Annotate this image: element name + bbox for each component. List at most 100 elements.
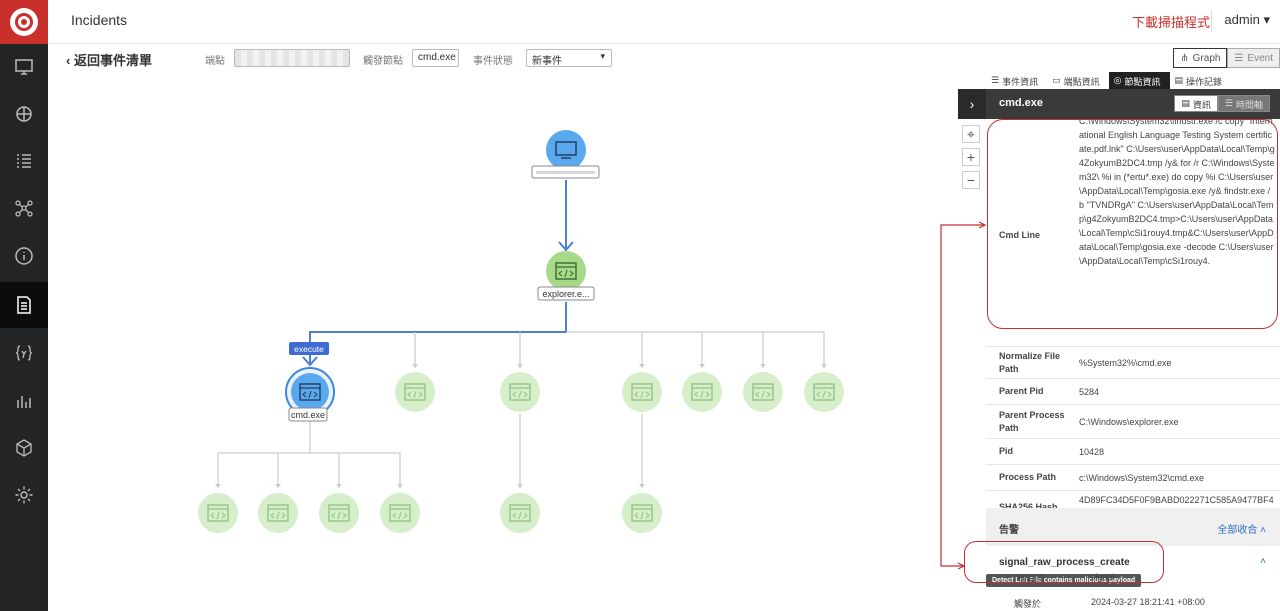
monitor-icon[interactable] [0,44,48,90]
app-root: Incidents 下載掃描程式 admin ▾ ‹ 返回事件清單 端點 觸發節… [0,0,1280,611]
cmd-node-label: cmd.exe [291,410,325,420]
collapse-all-label: 全部收合 [1217,525,1258,536]
event-view-label: Event [1247,52,1273,64]
graph-node-grandchild[interactable] [258,493,298,533]
endpoint-field-redacted[interactable] [234,49,350,67]
user-name: admin [1224,12,1260,27]
list-icon[interactable] [0,138,48,184]
explorer-node-label: explorer.e... [542,289,589,299]
property-row: Parent Pid 5284 [986,379,1280,405]
tab-label: 節點資訊 [1124,77,1161,87]
signal-name[interactable]: signal_raw_process_create [999,557,1130,568]
chevron-right-icon: › [969,96,975,112]
endpoint-label: 端點 [205,56,225,67]
property-value: 10428 [1079,447,1105,457]
timeline-icon: ☰ [1224,98,1233,108]
network-globe-icon[interactable] [0,91,48,137]
process-graph-canvas: explorer.e... execute cmd.exe [198,130,844,533]
process-graph[interactable]: explorer.e... execute cmd.exe [48,72,958,611]
chevron-left-icon: ‹ [66,53,74,68]
user-menu[interactable]: admin ▾ [1224,12,1270,28]
status-select[interactable]: 新事件 ▾ [526,49,612,67]
tab-label: 操作記錄 [1186,77,1223,87]
variables-icon[interactable] [0,330,48,376]
bar-chart-icon[interactable] [0,378,48,424]
download-scanner-link[interactable]: 下載掃描程式 [1132,12,1210,31]
graph-nodes-icon[interactable] [0,185,48,231]
signal-detect-key: 偵測自 [1018,574,1046,584]
property-row: Normalize File Path %System32%\cmd.exe [986,347,1280,379]
chevron-up-icon: ˄ [1260,525,1266,536]
settings-gear-icon[interactable] [0,472,48,518]
collapse-all-button[interactable]: 全部收合 ˄ [1217,521,1266,536]
graph-view-button[interactable]: ⋔ Graph [1173,48,1228,68]
property-value[interactable]: C:\Windows\System32\findstr.exe /c copy … [1079,119,1275,268]
alerts-section-header: 告警 全部收合 ˄ [986,508,1280,546]
graph-node-grandchild[interactable] [198,493,238,533]
view-toggle: ⋔ Graph ☰ Event [1173,48,1280,68]
graph-node-child[interactable] [804,372,844,412]
top-header: Incidents 下載掃描程式 admin ▾ [48,0,1280,44]
graph-node-grandchild[interactable] [319,493,359,533]
graph-node-child[interactable] [395,372,435,412]
graph-node-explorer[interactable]: explorer.e... [537,251,595,301]
graph-node-child[interactable] [500,372,540,412]
property-row-cmd-line: Cmd Line C:\Windows\System32\findstr.exe… [986,119,1280,347]
panel-title: cmd.exe [999,97,1044,109]
timeline-view-button[interactable]: ☰ 時間軸 [1217,95,1270,112]
document-icon: ▤ [1181,98,1190,108]
signal-tooltip: Detect Lnk File contains malicious paylo… [986,574,1142,587]
graph-node-grandchild[interactable] [500,493,540,533]
incidents-document-icon[interactable] [0,282,48,328]
incident-toolbar: ‹ 返回事件清單 端點 觸發節點 cmd.exe 事件狀態 新事件 ▾ ⋔ Grap… [48,44,1280,72]
brand-logo[interactable] [0,0,48,44]
property-value: c:\Windows\System32\cmd.exe [1079,473,1205,483]
property-key: Pid [999,446,1014,456]
graph-node-child[interactable] [743,372,783,412]
back-to-incidents-link[interactable]: ‹ 返回事件清單 [66,50,152,69]
graph-node-endpoint[interactable] [531,130,600,179]
endpoint-name-redacted [536,171,595,174]
info-view-button[interactable]: ▤ 資訊 [1174,95,1218,112]
graph-node-grandchild[interactable] [622,493,662,533]
timeline-view-label: 時間軸 [1235,100,1263,110]
caret-down-icon: ▾ [1263,12,1270,27]
graph-node-child[interactable] [622,372,662,412]
chevron-up-icon[interactable]: ˄ [1260,556,1266,567]
graph-node-cmd-selected[interactable]: cmd.exe [285,367,335,422]
panel-tabs: ☰ 事件資訊 ▭ 端點資訊 ◎ 節點資訊 ▤ 操作記錄 [986,72,1280,89]
property-key: SHA256 Hash [999,502,1058,508]
monitor-icon: ▭ [1052,75,1061,85]
node-target-icon: ◎ [1113,75,1122,85]
graph-view-icon: ⋔ [1180,52,1189,64]
status-label: 事件狀態 [473,56,513,67]
event-list-icon: ☰ [1234,52,1244,64]
execute-edge-label: execute [289,342,329,355]
package-icon[interactable] [0,425,48,471]
back-label: 返回事件清單 [73,53,152,68]
tab-endpoint-info[interactable]: ▭ 端點資訊 [1047,72,1109,89]
graph-node-child[interactable] [682,372,722,412]
signal-detect-value: signal [1091,572,1115,582]
info-icon[interactable] [0,233,48,279]
info-view-label: 資訊 [1192,100,1211,110]
tab-event-info[interactable]: ☰ 事件資訊 [986,72,1047,89]
page-title: Incidents [71,12,128,28]
tab-operation-log[interactable]: ▤ 操作記錄 [1170,72,1232,89]
panel-view-toggle: ▤ 資訊 ☰ 時間軸 [1174,95,1270,112]
property-row: Pid 10428 [986,439,1280,465]
tab-label: 事件資訊 [1002,77,1039,87]
edge-label-text: execute [294,344,324,354]
event-view-button[interactable]: ☰ Event [1227,48,1280,68]
event-info-icon: ☰ [991,75,1000,85]
signal-trigger-value: 2024-03-27 18:21:41 +08:00 [1091,597,1205,607]
collapse-panel-button[interactable]: › [958,89,986,119]
graph-node-grandchild[interactable] [380,493,420,533]
property-value: 4D89FC34D5F0F9BABD022271C585A9477BF41E83… [1079,495,1274,505]
property-key: Process Path [999,472,1057,482]
trigger-node-field[interactable]: cmd.exe [412,49,459,67]
tab-node-info[interactable]: ◎ 節點資訊 [1108,72,1170,89]
property-row: Parent Process Path C:\Windows\explorer.… [986,405,1280,439]
sidebar [0,0,48,611]
property-key: Normalize File Path [999,351,1061,374]
